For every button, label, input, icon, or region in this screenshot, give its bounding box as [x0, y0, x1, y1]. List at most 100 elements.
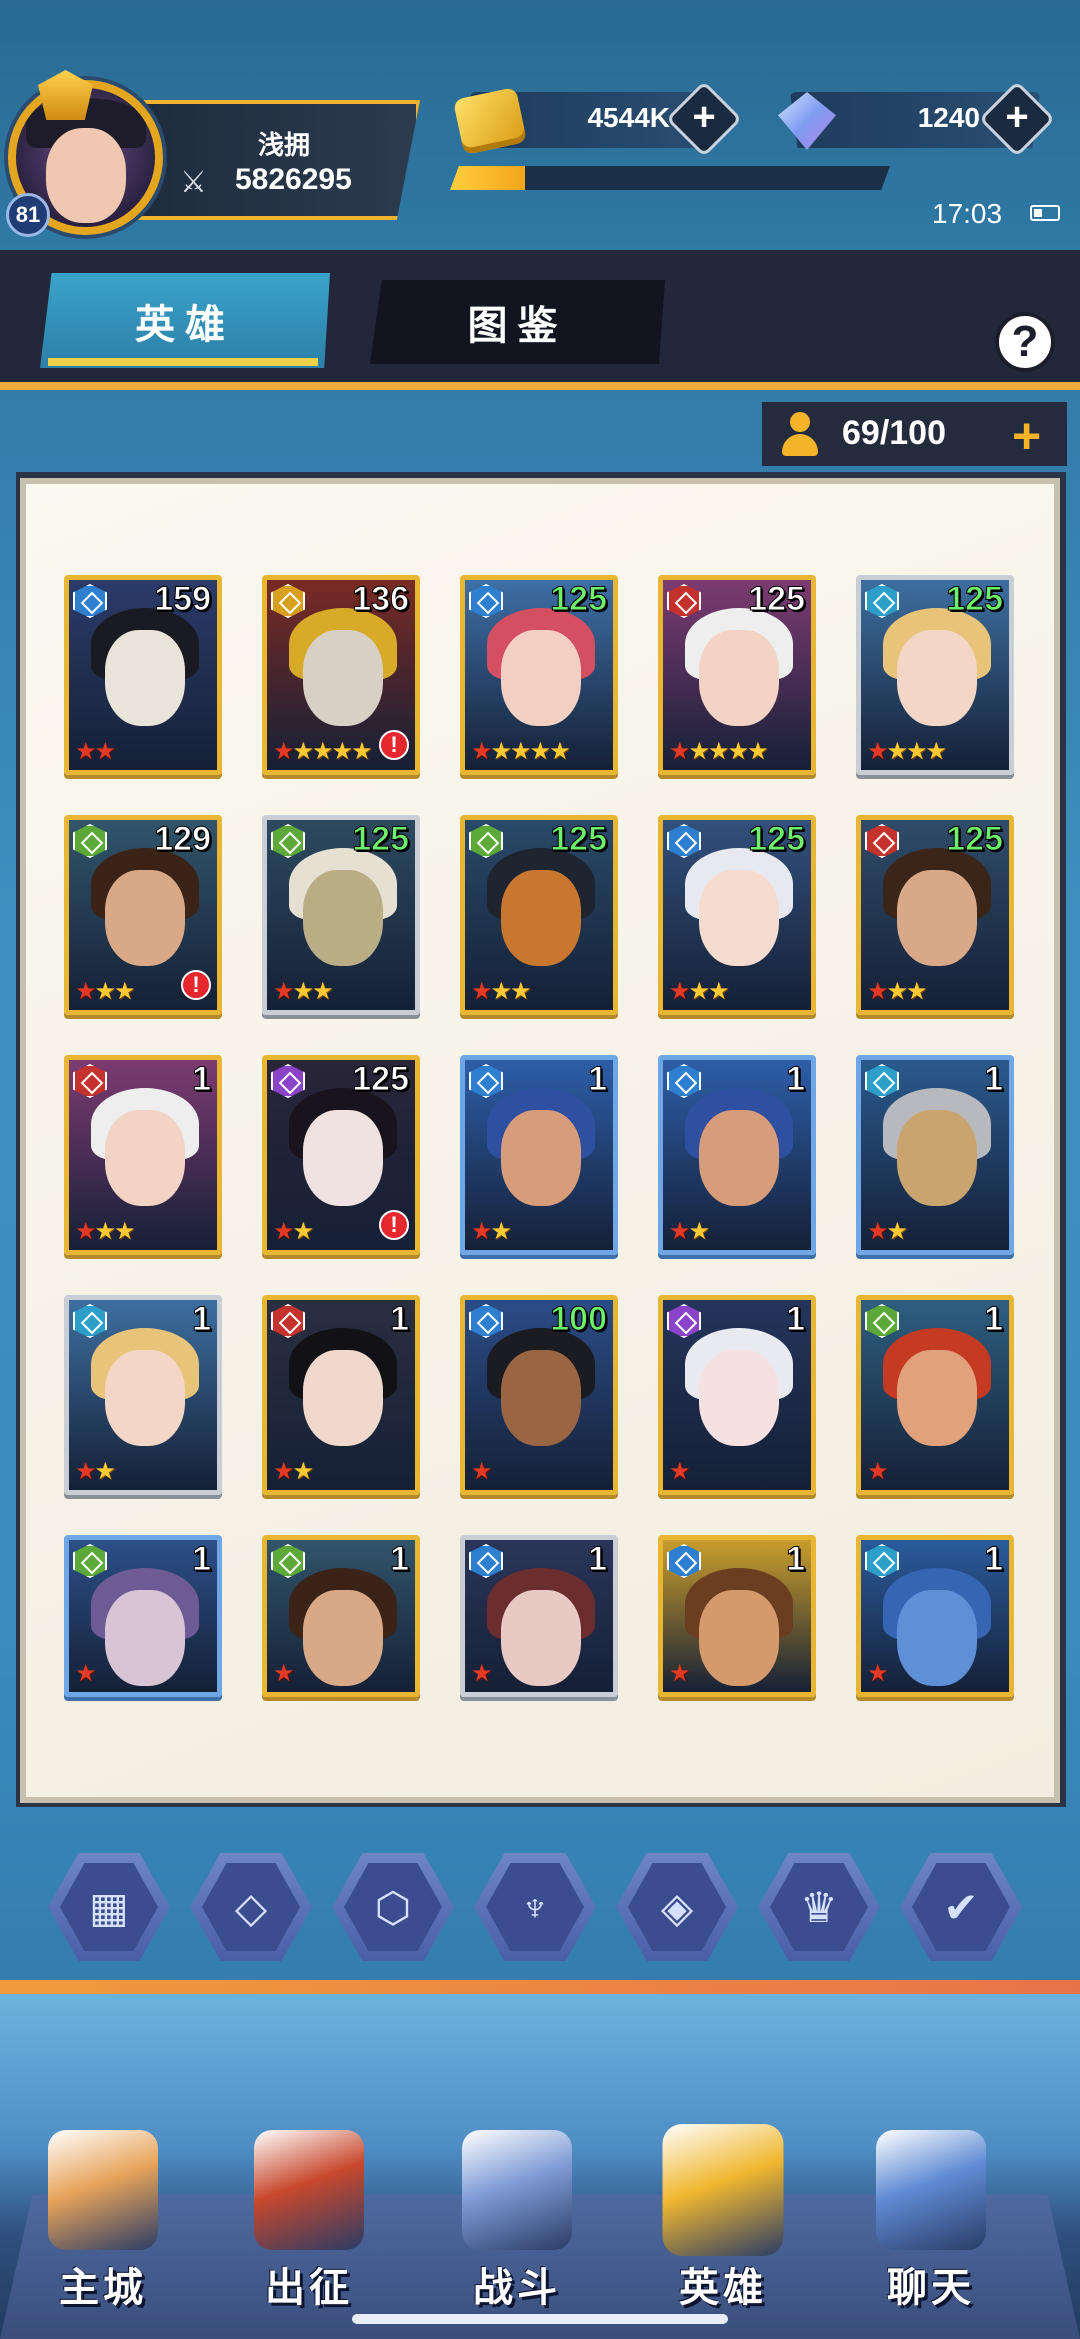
beast-faction-icon: ◈	[628, 1863, 726, 1951]
nav-item[interactable]: 战斗	[432, 2130, 602, 2330]
hero-card[interactable]: 1 ★★	[262, 1295, 420, 1495]
hero-portrait-face	[303, 1110, 383, 1206]
star-icon: ★	[312, 978, 333, 1005]
star-icon: ★	[708, 978, 729, 1005]
gem-amount: 1240	[917, 102, 980, 133]
hero-portrait-face	[501, 1590, 581, 1686]
star-icon: ★	[669, 1218, 690, 1245]
hero-card[interactable]: 1 ★★	[658, 1055, 816, 1255]
hero-portrait-face	[303, 630, 383, 726]
hero-stars: ★	[669, 1457, 690, 1486]
hero-card[interactable]: 125 ★★★	[658, 815, 816, 1015]
star-icon: ★	[867, 738, 888, 765]
hero-card[interactable]: 125 ★★★	[262, 815, 420, 1015]
hero-stars: ★	[75, 1659, 96, 1688]
star-icon: ★	[94, 738, 116, 765]
filter-button[interactable]: ♛	[758, 1853, 880, 1961]
nav-item[interactable]: 聊天	[846, 2130, 1016, 2330]
star-icon: ★	[669, 738, 690, 765]
chat-pin-icon	[876, 2130, 986, 2250]
hero-portrait-face	[897, 870, 977, 966]
star-icon: ★	[273, 978, 294, 1005]
hero-capacity-count: 69/100	[842, 414, 946, 452]
hero-portrait-face	[897, 1590, 977, 1686]
hero-card[interactable]: 1 ★★	[856, 1055, 1014, 1255]
star-icon: ★	[747, 738, 768, 765]
hero-card[interactable]: 136 ★★★★★!	[262, 575, 420, 775]
hero-card[interactable]: 1 ★★	[460, 1055, 618, 1255]
nav-label: 英雄	[679, 2266, 767, 2310]
star-icon: ★	[75, 978, 96, 1005]
star-icon: ★	[292, 738, 314, 765]
hero-card[interactable]: 1 ★	[658, 1295, 816, 1495]
nav-item[interactable]: 英雄	[638, 2124, 808, 2330]
star-icon: ★	[273, 738, 294, 765]
filter-button[interactable]: ♆	[474, 1853, 596, 1961]
hero-card[interactable]: 1 ★	[262, 1535, 420, 1697]
hero-card[interactable]: 1 ★	[856, 1295, 1014, 1495]
hero-card[interactable]: 1 ★	[64, 1535, 222, 1697]
filter-button[interactable]: ▦	[48, 1853, 170, 1961]
hero-card[interactable]: 1 ★	[856, 1535, 1014, 1697]
star-icon: ★	[75, 738, 96, 765]
hero-stars: ★	[273, 1659, 294, 1688]
clock: 17:03	[932, 198, 1003, 229]
star-icon: ★	[312, 738, 333, 765]
player-level-badge: 81	[6, 193, 50, 237]
crown-faction-icon: ♛	[770, 1863, 868, 1951]
nav-item[interactable]: 主城	[18, 2130, 188, 2330]
filter-button[interactable]: ⬡	[332, 1853, 454, 1961]
hero-stars: ★★	[471, 1217, 512, 1246]
star-icon: ★	[471, 1660, 492, 1687]
star-icon: ★	[886, 978, 908, 1005]
tab-codex[interactable]: 图鉴	[370, 280, 665, 364]
hero-portrait-face	[501, 870, 581, 966]
hero-stars: ★★★★★	[669, 737, 769, 766]
hero-card[interactable]: 1 ★	[658, 1535, 816, 1697]
hero-card[interactable]: 125 ★★★★	[856, 575, 1014, 775]
hero-stars: ★★★	[75, 1217, 135, 1246]
hero-card[interactable]: 125 ★★★★★	[460, 575, 618, 775]
hero-level: 125	[352, 820, 410, 859]
filter-button[interactable]: ✔	[900, 1853, 1022, 1961]
star-icon: ★	[114, 978, 135, 1005]
expand-capacity-button[interactable]: +	[1012, 407, 1041, 465]
nav-item[interactable]: 出征	[224, 2130, 394, 2330]
hero-card[interactable]: 1 ★★★	[64, 1055, 222, 1255]
filter-button[interactable]: ◈	[616, 1853, 738, 1961]
hero-level: 1	[390, 1540, 410, 1579]
star-icon: ★	[75, 1660, 96, 1687]
filter-button[interactable]: ◇	[190, 1853, 312, 1961]
hero-card[interactable]: 1 ★	[460, 1535, 618, 1697]
star-icon: ★	[94, 1458, 116, 1485]
star-icon: ★	[273, 1458, 294, 1485]
hero-card[interactable]: 129 ★★★!	[64, 815, 222, 1015]
hero-level: 1	[192, 1060, 212, 1099]
hero-stars: ★	[471, 1457, 492, 1486]
plus-icon: +	[1005, 94, 1029, 139]
star-icon: ★	[549, 738, 570, 765]
plus-icon: +	[692, 94, 716, 139]
hero-stars: ★	[867, 1457, 888, 1486]
star-icon: ★	[471, 738, 492, 765]
hero-card[interactable]: 1 ★★	[64, 1295, 222, 1495]
star-icon: ★	[708, 738, 729, 765]
hero-card[interactable]: 125 ★★★	[856, 815, 1014, 1015]
hero-card[interactable]: 100 ★	[460, 1295, 618, 1495]
hero-level: 125	[946, 820, 1004, 859]
star-icon: ★	[490, 1218, 512, 1245]
upgrade-alert-icon: !	[379, 1210, 409, 1240]
tab-heroes[interactable]: 英雄	[40, 273, 330, 368]
hero-stars: ★★★★	[867, 737, 947, 766]
hero-level: 1	[588, 1060, 608, 1099]
hero-card[interactable]: 159 ★★	[64, 575, 222, 775]
hero-card[interactable]: 125 ★★★	[460, 815, 618, 1015]
star-icon: ★	[75, 1218, 96, 1245]
hero-stars: ★★★	[273, 977, 333, 1006]
hero-level: 100	[550, 1300, 608, 1339]
hero-card[interactable]: 125 ★★★★★	[658, 575, 816, 775]
star-icon: ★	[886, 738, 908, 765]
help-button[interactable]: ?	[995, 312, 1055, 372]
hero-card[interactable]: 125 ★★!	[262, 1055, 420, 1255]
player-power: 5826295	[235, 163, 352, 196]
